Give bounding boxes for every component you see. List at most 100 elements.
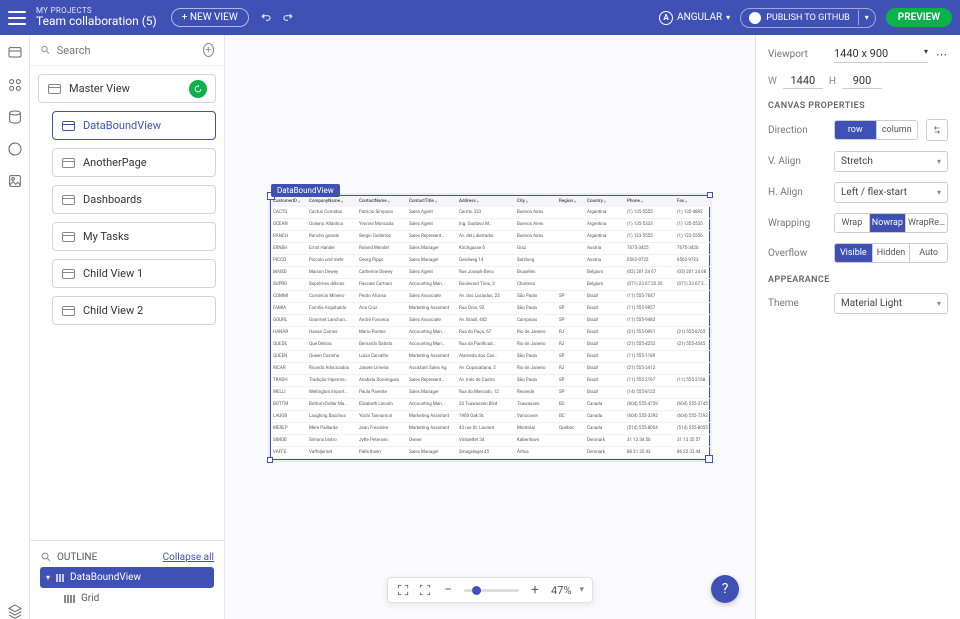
- grid-cell: Anabela Domingues: [357, 375, 407, 387]
- grid-cell: (11) 555-7647: [625, 291, 675, 303]
- viewport-select[interactable]: 1440 x 900▾: [834, 45, 928, 63]
- master-view-item[interactable]: Master View: [38, 74, 216, 103]
- grid-cell: (071) 23 67 22 21: [675, 279, 711, 291]
- layers-icon[interactable]: [7, 603, 23, 619]
- column-header[interactable]: CustomerID: [271, 196, 307, 207]
- grid-cell: Sales Represent…: [407, 375, 457, 387]
- grid-cell: Elizabeth Lincoln: [357, 399, 407, 411]
- grid-cell: (604) 555-4729: [625, 399, 675, 411]
- grid-cell: Océano Atlántico: [307, 219, 357, 231]
- data-icon[interactable]: [7, 109, 23, 125]
- grid-cell: Sales Manager: [407, 255, 457, 267]
- view-item[interactable]: Child View 2: [52, 296, 216, 325]
- redo-icon[interactable]: [281, 11, 295, 25]
- view-item[interactable]: AnotherPage: [52, 148, 216, 177]
- grid-cell: Av. Inês de Castro: [457, 375, 515, 387]
- view-item[interactable]: My Tasks: [52, 222, 216, 251]
- grid-cell: (1) 123-5556: [675, 231, 711, 243]
- grid-cell: (071) 23 67 22 20: [625, 279, 675, 291]
- zoom-slider[interactable]: [464, 589, 519, 592]
- preview-button[interactable]: PREVIEW: [886, 8, 952, 27]
- wrapping-toggle[interactable]: Wrap Nowrap WrapRe…: [834, 213, 948, 233]
- artboard[interactable]: DataBoundView CustomerIDCompanyNameConta…: [270, 195, 710, 460]
- more-icon[interactable]: ⋯: [936, 48, 948, 61]
- direction-toggle[interactable]: row column: [834, 120, 918, 140]
- components-icon[interactable]: [7, 77, 23, 93]
- grid-cell: Laughing Bacchus: [307, 411, 357, 423]
- grid-cell: København: [515, 435, 557, 447]
- grid-cell: [557, 267, 585, 279]
- publish-github-button[interactable]: PUBLISH TO GITHUB ▾: [740, 8, 876, 28]
- outline-child[interactable]: Grid: [64, 588, 214, 609]
- grid-cell: Accounting Man…: [407, 327, 457, 339]
- theme-select[interactable]: Material Light: [834, 293, 948, 314]
- grid-cell: (11) 555-1189: [625, 351, 675, 363]
- column-header[interactable]: Country: [585, 196, 625, 207]
- column-header[interactable]: Region: [557, 196, 585, 207]
- data-grid[interactable]: CustomerIDCompanyNameContactNameContactT…: [271, 196, 709, 459]
- grid-cell: [557, 231, 585, 243]
- grid-cell: Sales Manager: [407, 447, 457, 459]
- column-header[interactable]: Phone: [625, 196, 675, 207]
- grid-cell: GOURL: [271, 315, 307, 327]
- grid-cell: Roland Mendel: [357, 243, 407, 255]
- grid-cell: Sergio Gutiérrez: [357, 231, 407, 243]
- fit-screen-icon[interactable]: [396, 583, 410, 597]
- column-header[interactable]: ContactTitle: [407, 196, 457, 207]
- add-view-button[interactable]: +: [203, 43, 214, 57]
- height-input[interactable]: 900: [842, 73, 882, 89]
- theme-icon[interactable]: [7, 141, 23, 157]
- grid-cell: Pascale Cartrain: [357, 279, 407, 291]
- undo-icon[interactable]: [259, 11, 273, 25]
- grid-cell: Brazil: [585, 303, 625, 315]
- zoom-out-button[interactable]: −: [440, 582, 456, 598]
- column-header[interactable]: City: [515, 196, 557, 207]
- grid-cell: Bernardo Batista: [357, 339, 407, 351]
- halign-select[interactable]: Left / flex-start: [834, 182, 948, 203]
- grid-cell: Assistant Sales Ag: [407, 363, 457, 375]
- grid-cell: Austria: [585, 255, 625, 267]
- menu-icon[interactable]: [8, 11, 26, 25]
- new-view-button[interactable]: + NEW VIEW: [171, 8, 249, 27]
- fullscreen-icon[interactable]: [418, 583, 432, 597]
- grid-cell: Brazil: [585, 351, 625, 363]
- view-icon: [48, 84, 61, 94]
- grid-cell: [557, 207, 585, 219]
- swap-axis-button[interactable]: [926, 119, 948, 141]
- grid-cell: Sales Agent: [407, 207, 457, 219]
- view-item[interactable]: Dashboards: [52, 185, 216, 214]
- help-button[interactable]: ?: [711, 575, 739, 603]
- grid-cell: Ernst Handel: [307, 243, 357, 255]
- column-header[interactable]: CompanyName: [307, 196, 357, 207]
- grid-cell: Buenos Aires: [515, 219, 557, 231]
- column-header[interactable]: ContactName: [357, 196, 407, 207]
- valign-select[interactable]: Stretch: [834, 151, 948, 172]
- grid-cell: (21) 555-3412: [625, 363, 675, 375]
- width-input[interactable]: 1440: [783, 73, 823, 89]
- column-header[interactable]: Address: [457, 196, 515, 207]
- collapse-all-link[interactable]: Collapse all: [163, 552, 214, 563]
- angular-icon: A: [659, 11, 673, 25]
- grid-cell: Pedro Afonso: [357, 291, 407, 303]
- grid-cell: RJ: [557, 339, 585, 351]
- github-icon: [749, 12, 761, 24]
- layouts-icon[interactable]: [7, 45, 23, 61]
- zoom-in-button[interactable]: +: [527, 582, 543, 598]
- view-icon: [62, 158, 75, 168]
- chevron-down-icon[interactable]: ▾: [579, 585, 584, 595]
- grid-cell: Smagsløget 45: [457, 447, 515, 459]
- column-header[interactable]: Fax: [675, 196, 711, 207]
- framework-selector[interactable]: A ANGULAR ▾: [659, 11, 730, 25]
- view-item[interactable]: Child View 1: [52, 259, 216, 288]
- publish-dropdown[interactable]: ▾: [858, 10, 875, 25]
- grid-cell: BC: [557, 399, 585, 411]
- grid-cell: Rua Orós, 92: [457, 303, 515, 315]
- view-item[interactable]: DataBoundView: [52, 111, 216, 140]
- search-input[interactable]: [57, 44, 197, 57]
- grid-cell: (1) 123-5555: [625, 231, 675, 243]
- search-icon: [40, 551, 52, 563]
- outline-root[interactable]: ▾ DataBoundView: [40, 567, 214, 588]
- overflow-toggle[interactable]: Visible Hidden Auto: [834, 243, 948, 263]
- assets-icon[interactable]: [7, 173, 23, 189]
- artboard-title: DataBoundView: [271, 184, 340, 197]
